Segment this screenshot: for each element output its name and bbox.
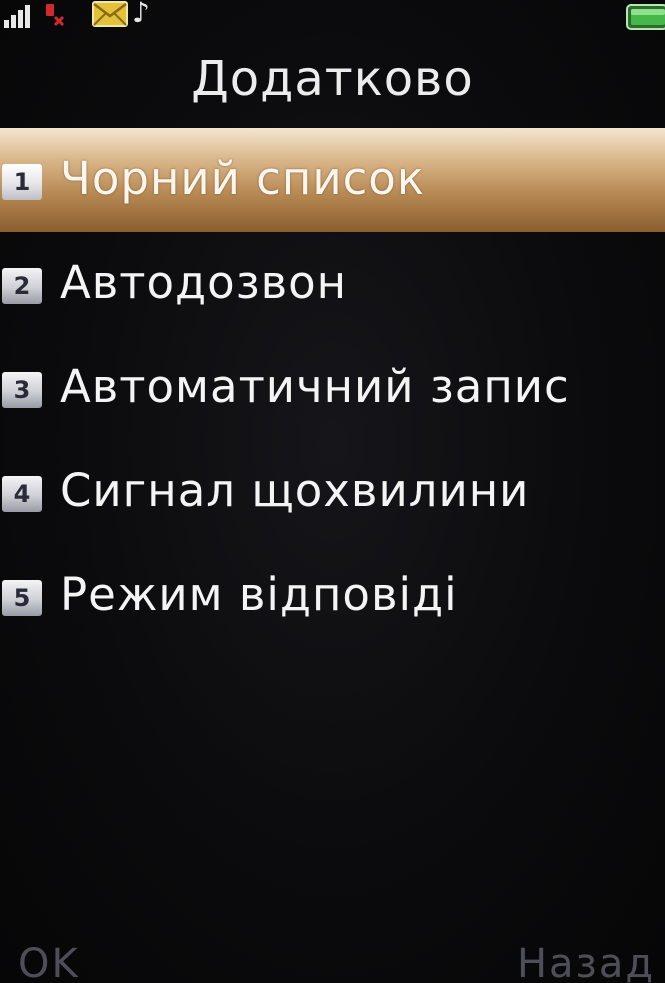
menu-item-label: Режим відповіді xyxy=(60,568,458,621)
menu-item-number-badge: 2 xyxy=(2,268,42,304)
menu-item-number-badge: 1 xyxy=(2,164,42,200)
menu-item-number-badge: 5 xyxy=(2,580,42,616)
menu-item-number-badge: 4 xyxy=(2,476,42,512)
ok-softkey[interactable]: OK xyxy=(18,936,80,983)
phone-screen: ♪ Додатково 1 Чорний список 2 Автодозвон… xyxy=(0,0,665,983)
status-bar: ♪ xyxy=(0,0,665,40)
message-envelope-icon xyxy=(92,1,128,27)
menu-item-label: Автоматичний запис xyxy=(60,360,570,413)
menu-item-minute-minder[interactable]: 4 Сигнал щохвилини xyxy=(0,440,665,544)
no-sim-icon xyxy=(46,4,65,27)
menu-item-auto-record[interactable]: 3 Автоматичний запис xyxy=(0,336,665,440)
signal-strength-icon xyxy=(4,4,38,28)
menu-item-answer-mode[interactable]: 5 Режим відповіді xyxy=(0,544,665,648)
back-softkey[interactable]: Назад xyxy=(517,936,655,983)
screen-title: Додатково xyxy=(191,51,474,107)
menu-item-blacklist[interactable]: 1 Чорний список xyxy=(0,128,665,232)
menu-item-label: Сигнал щохвилини xyxy=(60,464,530,517)
menu-item-label: Чорний список xyxy=(60,152,426,205)
menu-item-number-badge: 3 xyxy=(2,372,42,408)
menu-item-autoredial[interactable]: 2 Автодозвон xyxy=(0,232,665,336)
menu-item-label: Автодозвон xyxy=(60,256,348,309)
battery-icon xyxy=(626,4,665,30)
music-note-icon: ♪ xyxy=(132,0,150,29)
